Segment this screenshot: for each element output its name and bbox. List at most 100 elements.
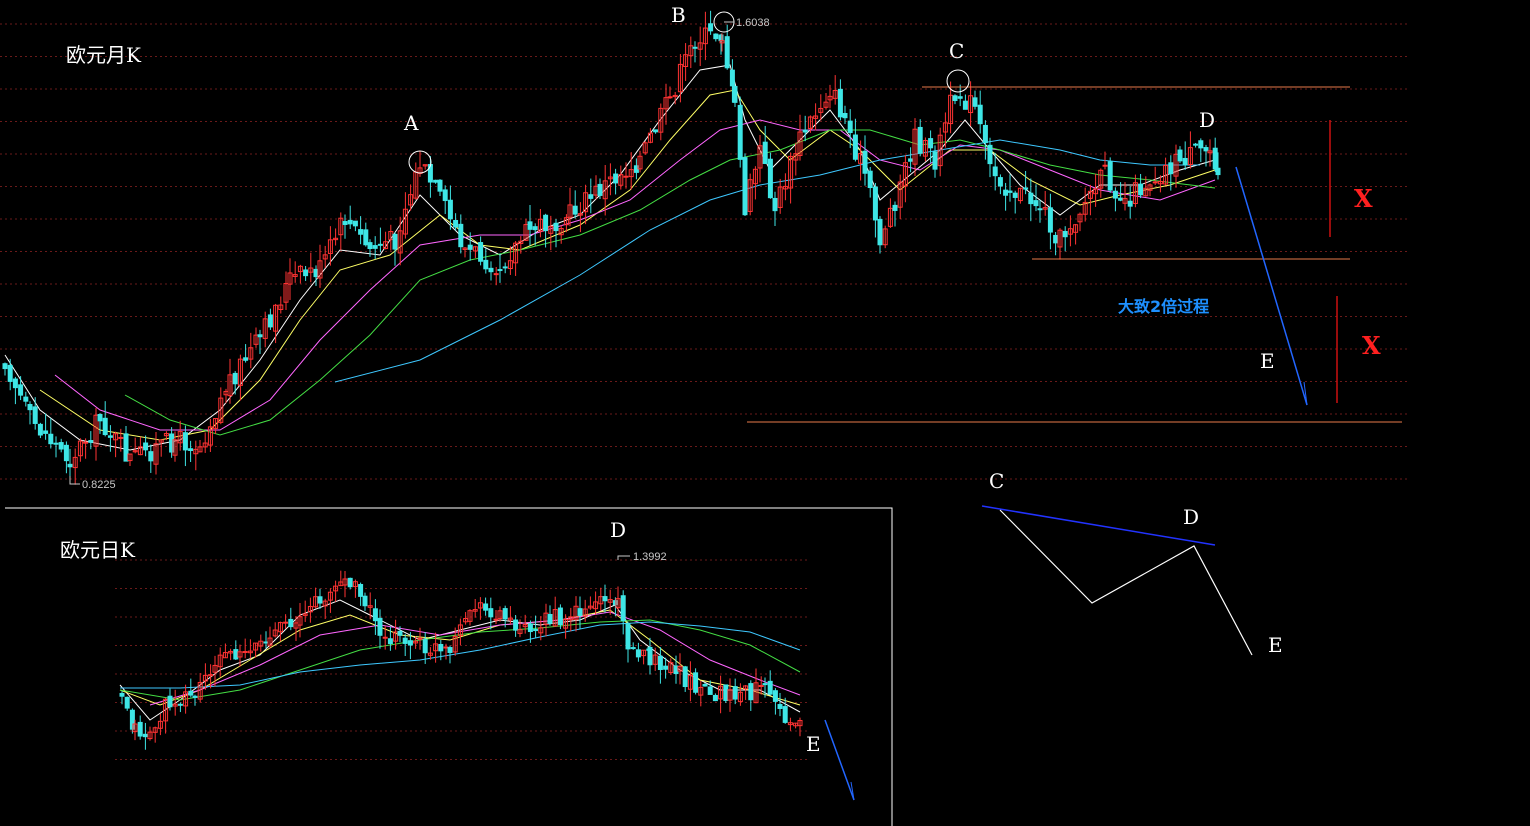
monthly-candle xyxy=(972,97,978,107)
daily-candle xyxy=(242,651,248,654)
daily-high-price-label: 1.3992 xyxy=(633,551,667,563)
daily-label-d: D xyxy=(610,518,626,542)
monthly-candle xyxy=(1168,162,1174,175)
daily-candle xyxy=(263,641,269,644)
monthly-candle xyxy=(992,166,998,177)
monthly-candle xyxy=(597,183,603,196)
range-x2-label: X xyxy=(1362,331,1381,360)
monthly-candle xyxy=(453,219,459,228)
monthly-candle xyxy=(1138,183,1144,196)
monthly-candle xyxy=(188,448,194,452)
annotation-note: 大致2倍过程 xyxy=(1118,297,1209,316)
monthly-candle xyxy=(1102,164,1108,167)
monthly-candle xyxy=(872,186,878,221)
monthly-candle xyxy=(143,442,149,451)
monthly-candle xyxy=(908,158,914,162)
monthly-candle xyxy=(997,177,1003,187)
daily-candle xyxy=(647,646,653,666)
daily-candle xyxy=(772,690,778,702)
monthly-candle xyxy=(27,404,33,411)
daily-candle xyxy=(682,666,688,688)
monthly-candle xyxy=(724,36,730,69)
monthly-candle xyxy=(1028,192,1034,205)
daily-candle xyxy=(407,640,413,646)
daily-candle xyxy=(362,595,368,607)
monthly-candle xyxy=(67,463,73,468)
monthly-candle xyxy=(1212,147,1218,170)
daily-grid xyxy=(115,559,808,760)
daily-projection-arrow xyxy=(824,719,855,801)
monthly-candle xyxy=(23,396,29,402)
label-d: D xyxy=(1199,108,1215,132)
monthly-candle xyxy=(588,194,594,199)
monthly-candle xyxy=(358,229,364,235)
label-e: E xyxy=(1260,349,1275,373)
monthly-candle xyxy=(342,221,348,225)
monthly-candle xyxy=(48,433,54,445)
daily-candle xyxy=(347,577,353,588)
monthly-candle xyxy=(1012,192,1018,198)
monthly-candle xyxy=(932,151,938,170)
monthly-candle xyxy=(53,442,59,445)
daily-candle xyxy=(417,637,423,640)
monthly-candle xyxy=(762,141,768,164)
chart-canvas: 欧元月K 欧元日K A B C D E 1.6038 0.8225 1.3992… xyxy=(0,3,1410,826)
daily-label-e: E xyxy=(806,732,821,756)
daily-candle xyxy=(762,683,768,686)
daily-candle xyxy=(630,647,636,650)
daily-candle xyxy=(767,680,773,695)
monthly-candle xyxy=(88,440,94,443)
daily-candle xyxy=(372,608,378,622)
monthly-candle xyxy=(553,222,559,232)
monthly-candle xyxy=(303,269,309,277)
monthly-candle xyxy=(1107,161,1113,191)
daily-candle xyxy=(577,608,583,616)
monthly-candle xyxy=(877,218,883,246)
monthly-candle xyxy=(363,229,369,246)
daily-candle xyxy=(547,613,553,624)
monthly-candle xyxy=(427,164,433,183)
monthly-candle xyxy=(667,96,673,99)
daily-candle xyxy=(283,621,289,624)
monthly-candle xyxy=(7,364,13,382)
daily-candle xyxy=(502,608,508,620)
daily-candle xyxy=(620,595,626,622)
daily-candle xyxy=(657,655,663,671)
monthly-candle xyxy=(1037,208,1043,211)
monthly-candle xyxy=(467,244,473,250)
monthly-candle xyxy=(32,406,38,424)
monthly-candle xyxy=(12,378,18,389)
daily-panel-frame xyxy=(5,507,893,826)
monthly-candle xyxy=(982,124,988,144)
monthly-candle xyxy=(928,138,934,149)
monthly-candle xyxy=(148,451,154,462)
monthly-candle xyxy=(433,179,439,183)
monthly-candle xyxy=(1007,190,1013,193)
schematic-label-e: E xyxy=(1268,633,1283,657)
monthly-candle xyxy=(729,69,735,87)
monthly-candle xyxy=(1177,149,1183,162)
monthly-candle xyxy=(862,150,868,174)
monthly-candle xyxy=(313,268,319,278)
monthly-candle xyxy=(1127,200,1133,207)
daily-candle xyxy=(625,623,631,650)
daily-candle xyxy=(188,690,194,696)
monthly-candle xyxy=(392,233,398,250)
monthly-candle xyxy=(2,363,8,370)
monthly-grid xyxy=(0,23,1410,480)
monthly-candle xyxy=(842,112,848,119)
schematic-cd-trendline xyxy=(981,505,1216,546)
monthly-candle xyxy=(488,267,494,273)
monthly-candle xyxy=(1023,187,1029,190)
monthly-candle xyxy=(987,144,993,165)
monthly-candle xyxy=(653,129,659,133)
monthly-candle xyxy=(1047,207,1053,233)
daily-candle xyxy=(707,686,713,695)
daily-candle xyxy=(693,672,699,693)
daily-candle xyxy=(663,665,669,670)
monthly-candle xyxy=(1193,143,1199,146)
daily-candle xyxy=(119,692,125,697)
monthly-candle xyxy=(437,179,443,192)
monthly-candle xyxy=(83,441,89,444)
monthly-candle xyxy=(37,423,43,436)
